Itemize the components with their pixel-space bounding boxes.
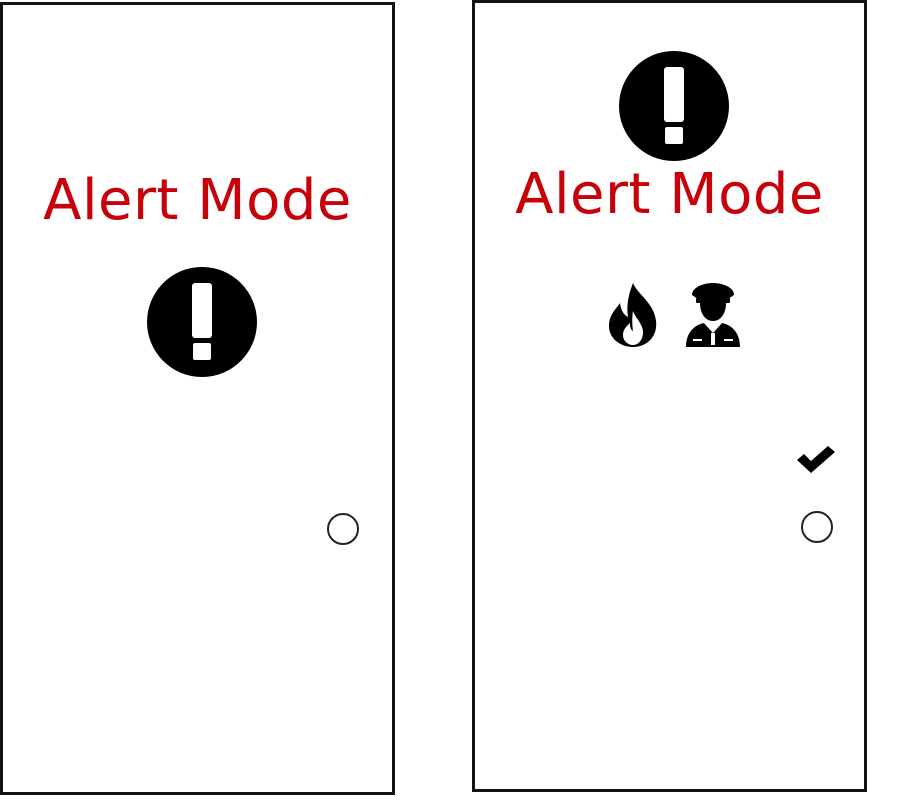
alert-mode-title: Alert Mode: [43, 168, 352, 233]
emergency-services-row: [580, 265, 766, 365]
confirm-radio[interactable]: [327, 513, 359, 545]
exclamation-icon: [147, 267, 257, 377]
confirm-radio[interactable]: [801, 511, 833, 543]
fire-icon[interactable]: [602, 281, 664, 349]
exclamation-icon: [619, 51, 729, 161]
screen-left: Alert Mode: [0, 2, 395, 795]
checkmark-icon[interactable]: [794, 444, 838, 476]
alert-mode-title: Alert Mode: [515, 162, 824, 227]
police-officer-icon[interactable]: [682, 281, 744, 349]
screen-right: Alert Mode: [472, 0, 867, 792]
